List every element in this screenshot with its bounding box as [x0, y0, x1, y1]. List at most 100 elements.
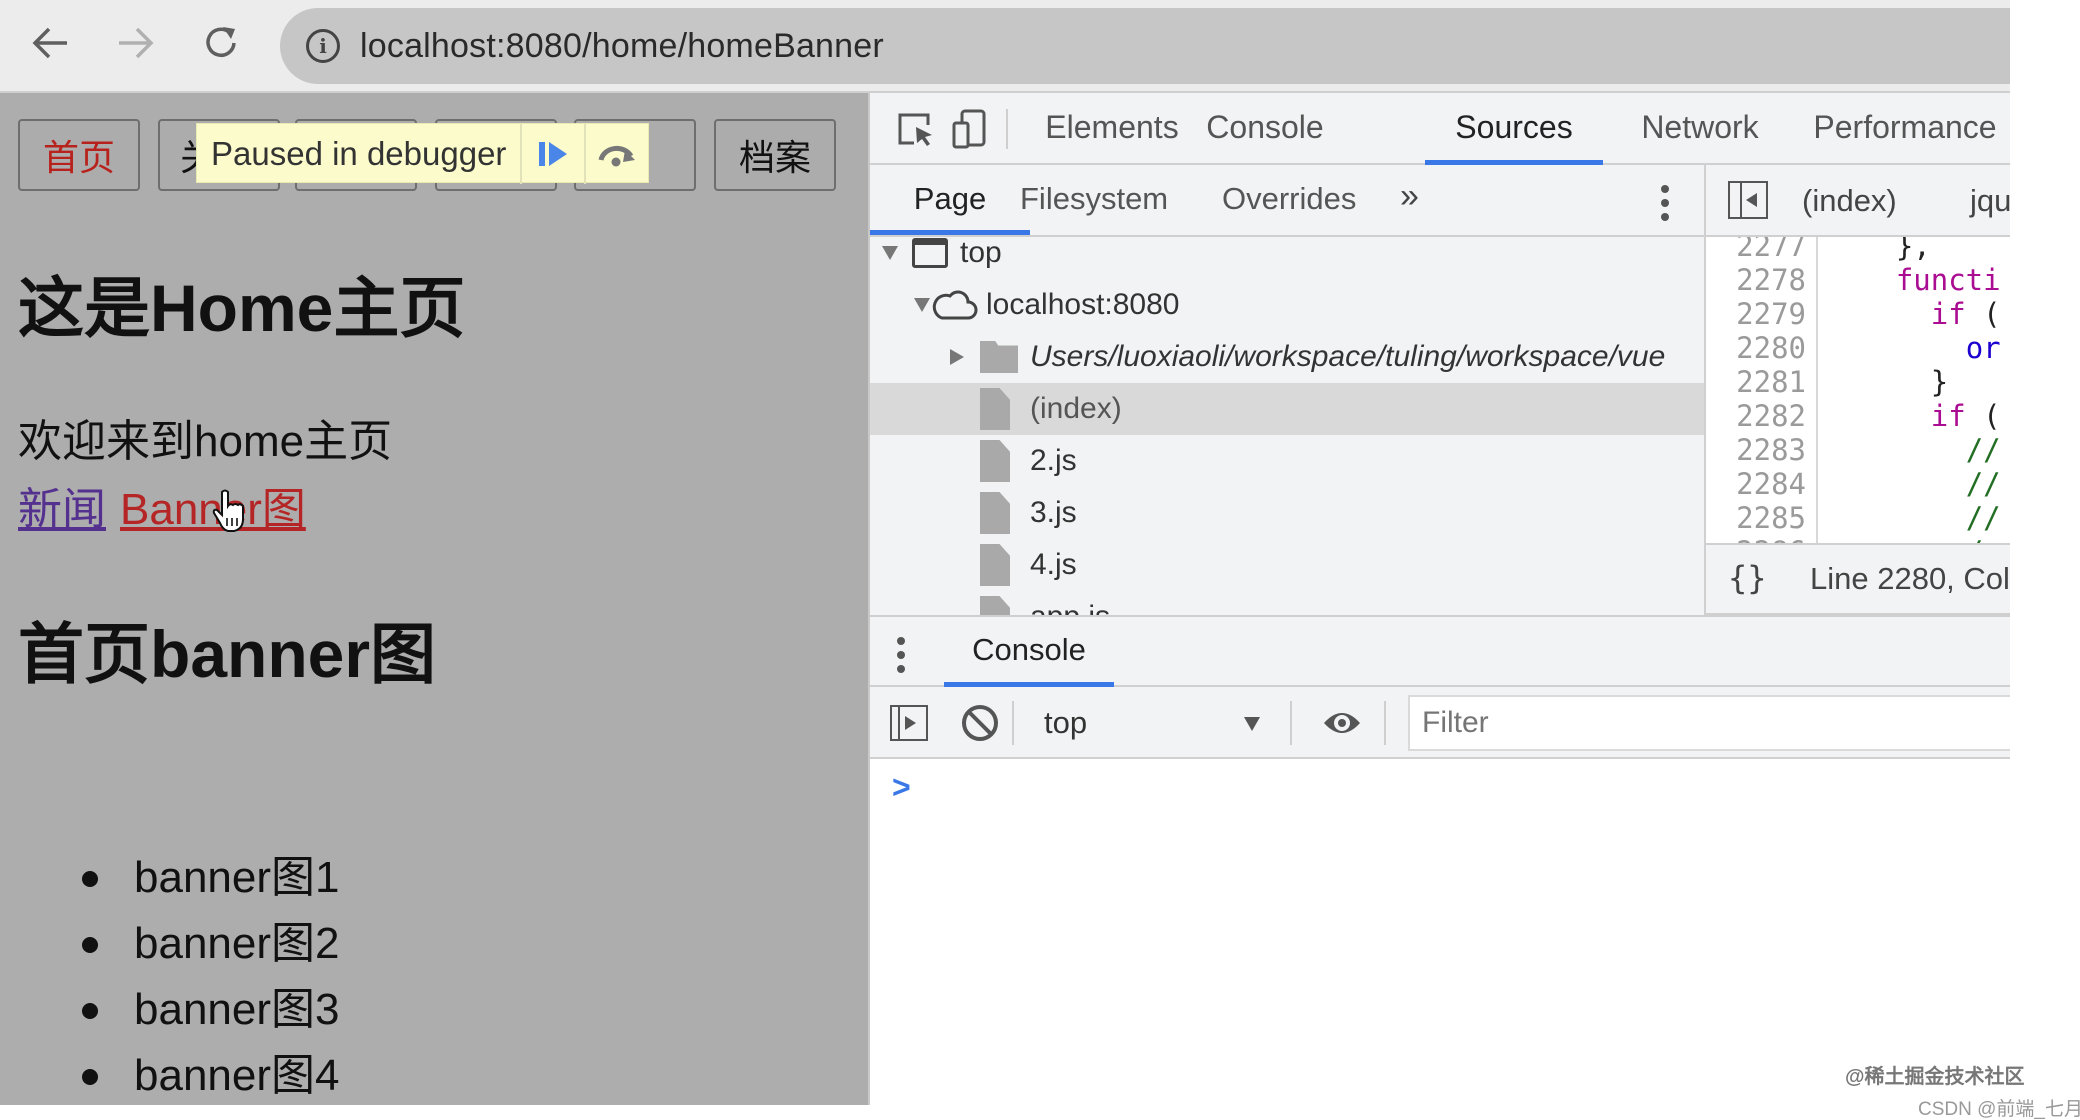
- code-line: if (: [1826, 297, 2001, 331]
- tree-node-appjs[interactable]: app.js: [870, 591, 1704, 615]
- code-line: if (: [1826, 399, 2001, 433]
- editor-tab-index[interactable]: (index): [1802, 165, 1897, 237]
- forward-button[interactable]: [110, 18, 160, 68]
- home-heading: 这是Home主页: [18, 271, 466, 345]
- code-line: //: [1826, 467, 2001, 501]
- line-number[interactable]: 2280: [1706, 331, 1816, 365]
- subtab-page[interactable]: Page: [870, 165, 1030, 235]
- drawer-menu-icon[interactable]: [896, 637, 906, 679]
- csdn-watermark: CSDN @前端_七月: [1918, 1099, 2080, 1120]
- line-number[interactable]: 2283: [1706, 433, 1816, 467]
- tree-node-label: 4.js: [1030, 548, 1077, 581]
- tree-node-4js[interactable]: 4.js: [870, 539, 1704, 591]
- nav-button-home[interactable]: 首页: [18, 119, 140, 191]
- console-filter-input[interactable]: [1408, 695, 2010, 751]
- line-number[interactable]: 2286: [1706, 535, 1816, 543]
- url-text[interactable]: localhost:8080/home/homeBanner: [360, 27, 884, 66]
- context-selector[interactable]: top: [1020, 697, 1270, 749]
- frame-icon: [912, 238, 948, 268]
- subtab-filesystem[interactable]: Filesystem: [1020, 165, 1168, 235]
- tab-console[interactable]: Console: [1200, 93, 1330, 165]
- line-number-gutter[interactable]: 2277227822792280228122822283228422852286: [1706, 237, 1818, 543]
- subtab-overrides[interactable]: Overrides: [1222, 165, 1356, 235]
- device-toolbar-icon[interactable]: [950, 109, 990, 149]
- hand-cursor-icon: [212, 489, 244, 532]
- arrow-right-icon: [119, 27, 154, 59]
- banner-list-item: banner图3: [80, 977, 339, 1043]
- tree-node-index[interactable]: (index): [870, 383, 1704, 435]
- code-token: or: [1965, 331, 2001, 365]
- tree-node-users-folder[interactable]: Users/luoxiaoli/workspace/tuling/workspa…: [870, 331, 1704, 383]
- resume-button[interactable]: [520, 124, 584, 184]
- news-link[interactable]: 新闻: [18, 485, 106, 534]
- tree-node-2js[interactable]: 2.js: [870, 435, 1704, 487]
- collapsed-triangle-icon: [950, 349, 964, 365]
- tree-node-label: app.js: [1030, 600, 1110, 615]
- code-line: //: [1826, 501, 2001, 535]
- file-icon: [980, 596, 1010, 615]
- editor-tab-jquery[interactable]: jqu: [1970, 165, 2010, 237]
- step-over-button[interactable]: [584, 124, 648, 184]
- address-bar[interactable]: i localhost:8080/home/homeBanner: [280, 8, 2010, 84]
- tab-elements[interactable]: Elements: [1042, 93, 1182, 165]
- toolbar-separator: [1012, 701, 1014, 745]
- bullet: [82, 1069, 98, 1085]
- code-token: /: [1966, 535, 1983, 543]
- clear-console-icon[interactable]: [962, 705, 998, 741]
- tree-node-localhost[interactable]: localhost:8080: [870, 279, 1704, 331]
- code-token: },: [1895, 237, 1931, 263]
- info-circle-icon[interactable]: i: [306, 29, 340, 63]
- console-toolbar: top: [870, 687, 2010, 759]
- tree-node-top[interactable]: top: [870, 237, 1704, 279]
- code-line: or: [1826, 331, 2001, 365]
- code-token: (: [1965, 297, 2001, 331]
- bullet: [82, 1003, 98, 1019]
- tree-node-label: top: [960, 237, 1002, 269]
- tree-node-3js[interactable]: 3.js: [870, 487, 1704, 539]
- show-console-sidebar-icon[interactable]: [890, 705, 928, 741]
- pretty-print-button[interactable]: {}: [1728, 559, 1767, 597]
- tree-node-label: Users/luoxiaoli/workspace/tuling/workspa…: [1030, 340, 1666, 373]
- line-number[interactable]: 2278: [1706, 263, 1816, 297]
- banner-item-label: banner图4: [134, 1051, 340, 1100]
- inspect-element-icon[interactable]: [896, 109, 936, 149]
- console-output[interactable]: >: [870, 759, 2010, 1105]
- editor-tab-bar: (index) jqu: [1706, 165, 2010, 237]
- navigator-menu-icon[interactable]: [1660, 185, 1670, 227]
- nav-button-archive[interactable]: 档案: [714, 119, 836, 191]
- code-line: functi: [1826, 263, 2001, 297]
- back-button[interactable]: [26, 18, 76, 68]
- console-prompt-icon[interactable]: >: [892, 769, 911, 806]
- toolbar-separator: [1290, 701, 1292, 745]
- sources-navigator-tabs: Page Filesystem Overrides »: [870, 165, 1706, 237]
- editor-status-bar: {} Line 2280, Col: [1706, 543, 2010, 615]
- tab-performance[interactable]: Performance: [1810, 93, 2000, 165]
- code-line: }: [1826, 365, 2001, 399]
- eye-icon[interactable]: [1322, 705, 1362, 741]
- tab-sources[interactable]: Sources: [1425, 93, 1603, 165]
- line-number[interactable]: 2277: [1706, 237, 1816, 263]
- browser-toolbar: i localhost:8080/home/homeBanner: [0, 0, 2010, 93]
- toggle-navigator-icon[interactable]: [1728, 181, 1768, 219]
- line-number[interactable]: 2282: [1706, 399, 1816, 433]
- tab-network[interactable]: Network: [1630, 93, 1770, 165]
- dropdown-caret-icon: [1244, 717, 1260, 731]
- code-line: /: [1826, 535, 2001, 543]
- banner-item-label: banner图2: [134, 919, 340, 968]
- line-number[interactable]: 2285: [1706, 501, 1816, 535]
- code-editor[interactable]: 2277227822792280228122822283228422852286…: [1706, 237, 2010, 543]
- tree-node-label: (index): [1030, 392, 1122, 425]
- reload-icon: [206, 27, 236, 57]
- line-number[interactable]: 2284: [1706, 467, 1816, 501]
- tree-node-label: localhost:8080: [986, 288, 1180, 321]
- expanded-triangle-icon: [882, 246, 898, 260]
- code-token: //: [1965, 467, 2001, 501]
- code-token: (: [1965, 399, 2001, 433]
- line-number[interactable]: 2281: [1706, 365, 1816, 399]
- folder-icon: [980, 341, 1018, 373]
- more-tabs-button[interactable]: »: [1400, 177, 1419, 216]
- drawer-tab-console[interactable]: Console: [944, 617, 1114, 687]
- line-number[interactable]: 2279: [1706, 297, 1816, 331]
- reload-button[interactable]: [196, 18, 246, 68]
- toolbar-separator: [1006, 109, 1008, 149]
